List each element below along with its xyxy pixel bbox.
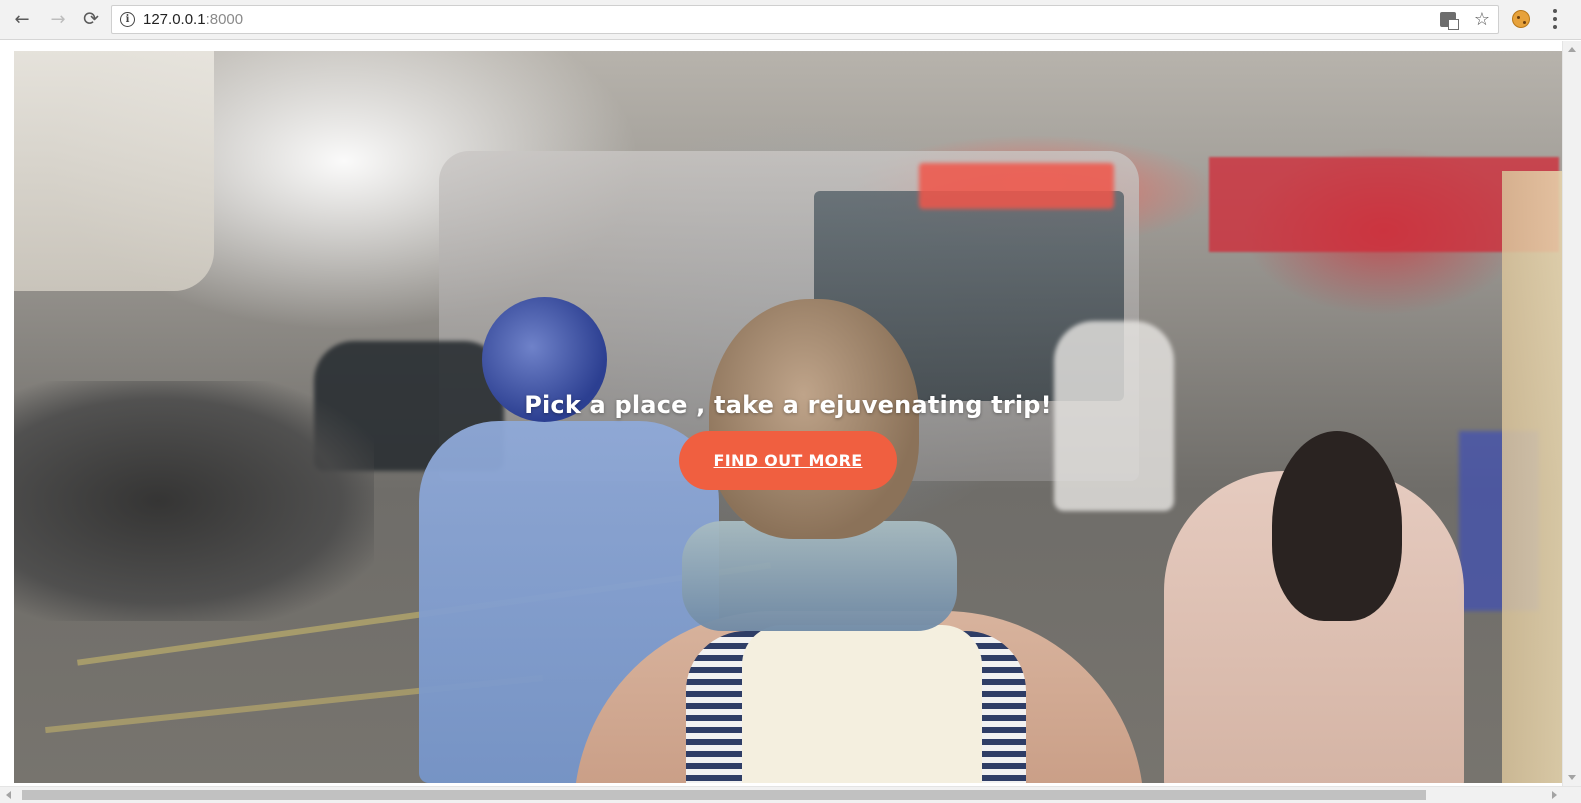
info-icon[interactable]: i (120, 12, 135, 27)
hero-background-bus-sign (919, 163, 1114, 209)
page-viewport: Pick a place , take a rejuvenating trip!… (0, 41, 1581, 803)
hero-content: Pick a place , take a rejuvenating trip!… (14, 391, 1562, 490)
find-out-more-button[interactable]: FIND OUT MORE (679, 431, 897, 490)
scroll-up-icon[interactable] (1568, 47, 1576, 52)
translate-icon[interactable] (1440, 12, 1459, 30)
vertical-scrollbar[interactable] (1562, 41, 1581, 786)
url-port: :8000 (205, 11, 244, 28)
cookie-icon[interactable] (1512, 10, 1530, 28)
hero-background-backpack (742, 625, 982, 783)
horizontal-scroll-thumb[interactable] (22, 790, 1426, 800)
scroll-right-icon[interactable] (1552, 791, 1557, 799)
hero-background-awning (14, 51, 214, 291)
kebab-menu-icon[interactable] (1552, 9, 1558, 29)
back-arrow-icon[interactable]: ← (10, 7, 34, 31)
scroll-down-icon[interactable] (1568, 775, 1576, 780)
reload-icon[interactable]: ⟳ (79, 7, 103, 31)
hero-title: Pick a place , take a rejuvenating trip! (524, 391, 1052, 419)
url-text[interactable]: 127.0.0.1:8000 (143, 11, 243, 28)
horizontal-scrollbar[interactable] (0, 786, 1581, 803)
forward-arrow-icon[interactable]: → (46, 7, 70, 31)
address-bar[interactable]: i 127.0.0.1:8000 ☆ (111, 5, 1499, 34)
url-host: 127.0.0.1 (143, 11, 206, 28)
scroll-left-icon[interactable] (6, 791, 11, 799)
browser-toolbar: ← → ⟳ i 127.0.0.1:8000 ☆ (0, 0, 1581, 40)
star-icon[interactable]: ☆ (1474, 9, 1490, 30)
hero-section: Pick a place , take a rejuvenating trip!… (14, 51, 1562, 783)
